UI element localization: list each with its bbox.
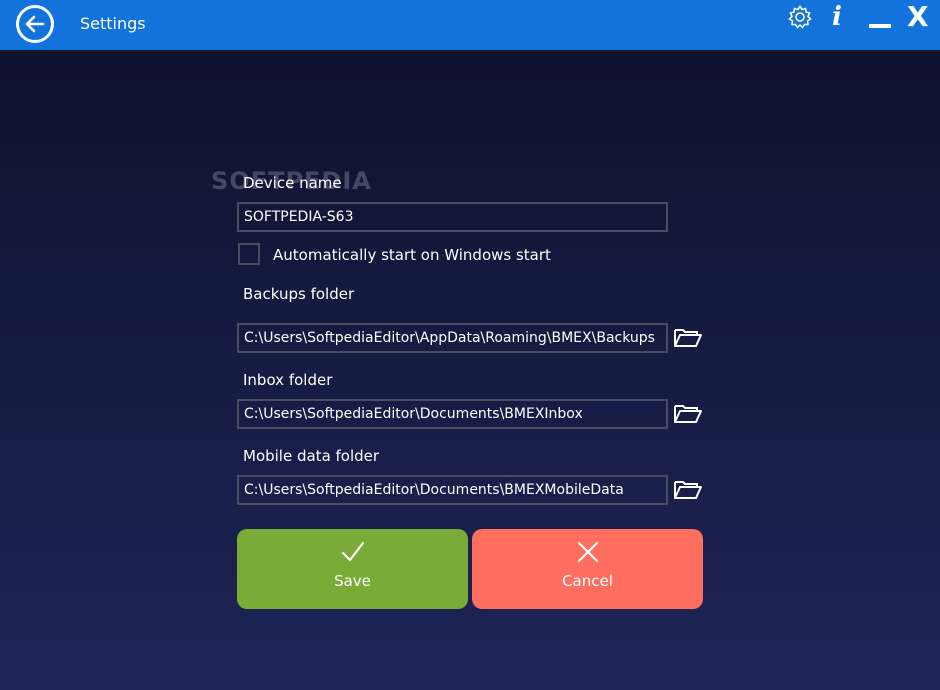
folder-open-icon[interactable] bbox=[673, 402, 703, 426]
save-button[interactable]: Save bbox=[237, 529, 468, 609]
device-name-label: Device name bbox=[243, 174, 342, 192]
device-name-input[interactable]: SOFTPEDIA-S63 bbox=[237, 202, 668, 232]
auto-start-checkbox[interactable] bbox=[238, 243, 260, 265]
back-arrow-icon bbox=[25, 15, 45, 33]
cancel-button[interactable]: Cancel bbox=[472, 529, 703, 609]
back-button[interactable] bbox=[16, 5, 54, 43]
backups-folder-label: Backups folder bbox=[243, 285, 355, 303]
inbox-folder-label: Inbox folder bbox=[243, 371, 333, 389]
cancel-button-label: Cancel bbox=[562, 572, 613, 590]
mobile-data-folder-input[interactable]: C:\Users\SoftpediaEditor\Documents\BMEXM… bbox=[237, 475, 668, 505]
minimize-icon[interactable] bbox=[869, 24, 891, 28]
save-button-label: Save bbox=[334, 572, 371, 590]
page-title: Settings bbox=[80, 14, 146, 33]
folder-open-icon[interactable] bbox=[673, 478, 703, 502]
inbox-folder-input[interactable]: C:\Users\SoftpediaEditor\Documents\BMEXI… bbox=[237, 399, 668, 429]
close-x-icon bbox=[577, 541, 598, 563]
mobile-data-folder-label: Mobile data folder bbox=[243, 447, 380, 465]
folder-open-icon[interactable] bbox=[673, 326, 703, 350]
title-bar: Settings i X bbox=[0, 0, 940, 50]
backups-folder-input[interactable]: C:\Users\SoftpediaEditor\AppData\Roaming… bbox=[237, 323, 668, 353]
auto-start-label: Automatically start on Windows start bbox=[273, 246, 551, 264]
info-icon[interactable]: i bbox=[832, 2, 842, 32]
gear-icon[interactable] bbox=[787, 4, 813, 30]
checkmark-icon bbox=[341, 541, 364, 562]
close-icon[interactable]: X bbox=[907, 0, 929, 34]
